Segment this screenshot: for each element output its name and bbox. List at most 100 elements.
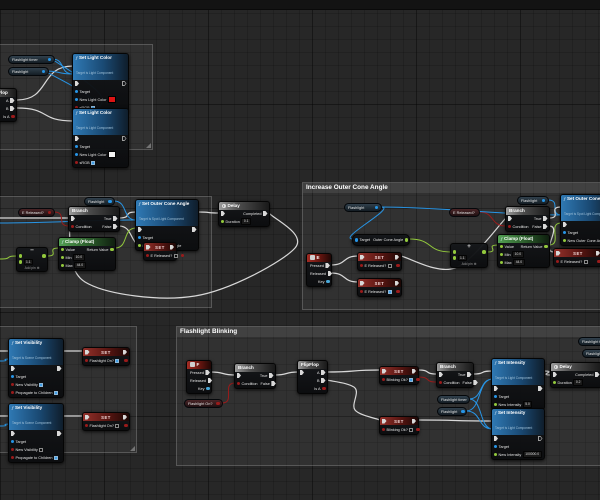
set-visibility-1-in-pin[interactable] [10, 390, 14, 395]
flipflop-1-header[interactable]: FlipFlop [0, 89, 16, 97]
set-blinking-ok-false-exec-out[interactable] [411, 418, 416, 424]
set-outer-cone-angle-2-in-pin[interactable] [562, 230, 566, 235]
set-light-color-red-header[interactable]: ƒ Set Light Color Target is Light Componen… [73, 54, 128, 80]
set-flashlight-on-false-exec-out[interactable] [122, 414, 127, 420]
set-intensity-high-exec-in[interactable] [493, 436, 498, 441]
branch-decrease-header[interactable]: Branch [69, 207, 119, 215]
clamp-float-1-out-pin[interactable] [110, 247, 114, 252]
set-light-color-white[interactable]: ƒ Set Light Color Target is Light Componen… [72, 108, 129, 168]
set-intensity-low-in-pin[interactable] [493, 394, 497, 399]
subtract-node-in-pin-2[interactable] [18, 260, 22, 264]
value-box[interactable]: 44.0 [513, 259, 525, 266]
set-visibility-2-in-pin[interactable] [10, 439, 14, 444]
set-e-released-a-value-in-pin[interactable] [145, 253, 149, 258]
value-box[interactable]: 10.0 [512, 251, 524, 258]
get-flashlight-4[interactable]: Flashlight [517, 196, 549, 205]
set-intensity-low[interactable]: ƒ Set Intensity Target is Light Component T… [491, 358, 545, 410]
subtract-node[interactable]: −1.1 Add pin ⊕ [16, 247, 48, 272]
set-outer-cone-angle-2-in-pin[interactable] [562, 238, 566, 243]
set-outer-cone-angle-1-in-pin[interactable] [137, 243, 141, 248]
set-outer-cone-angle-1-header[interactable]: ƒ Set Outer Cone Angle Target is Spot Ligh… [136, 200, 198, 226]
set-light-color-red-exec-out[interactable] [122, 81, 127, 86]
set-visibility-1[interactable]: ƒ Set Visibility Target is Scene Component… [8, 338, 64, 398]
clamp-float-1-header[interactable]: ƒ Clamp (Float) [59, 238, 115, 246]
get-flashlight-2[interactable]: Flashlight [84, 197, 115, 206]
branch-blinking-1-header[interactable]: Branch [235, 364, 275, 372]
set-intensity-high[interactable]: ƒ Set Intensity Target is Light Component T… [491, 408, 545, 460]
set-visibility-2-header[interactable]: ƒ Set Visibility Target is Scene Component [9, 404, 63, 430]
get-flashlight-5-out-pin[interactable] [461, 409, 465, 414]
flipflop-1[interactable]: FlipFlop AB Is A [0, 88, 17, 122]
checkbox[interactable] [53, 455, 58, 460]
checkbox[interactable] [387, 263, 392, 268]
branch-blinking-1-condition-pin[interactable] [236, 381, 240, 386]
set-visibility-1-exec-out[interactable] [57, 366, 62, 371]
set-light-color-red[interactable]: ƒ Set Light Color Target is Light Componen… [72, 53, 129, 113]
set-intensity-high-in-pin[interactable] [493, 452, 497, 457]
key-event-f-out-pin[interactable] [206, 386, 210, 391]
set-e-released-c[interactable]: SET E Released? [357, 278, 402, 297]
set-light-color-white-in-pin[interactable] [74, 152, 78, 157]
comment-flashlight-blinking-title[interactable]: Flashlight Blinking [177, 327, 600, 337]
set-e-released-a[interactable]: SET E Released? [143, 242, 185, 261]
set-e-released-c-value-out-pin[interactable] [396, 289, 400, 294]
set-e-released-c-header[interactable]: SET [358, 279, 401, 287]
branch-increase-true-exec[interactable] [543, 216, 548, 221]
get-flashlight-on[interactable]: Flashlight On? [184, 399, 223, 408]
clamp-float-1-in-pin[interactable] [60, 255, 64, 260]
flipflop-2-is-a-pin[interactable] [322, 386, 326, 391]
set-visibility-2-exec-out[interactable] [57, 431, 62, 436]
set-intensity-low-exec-in[interactable] [493, 386, 498, 391]
branch-decrease-false-exec[interactable] [113, 224, 118, 229]
branch-blinking-2-header[interactable]: Branch [437, 363, 473, 371]
set-visibility-1-exec-in[interactable] [10, 366, 15, 371]
get-flashlight-5[interactable]: Flashlight [437, 407, 467, 416]
set-e-released-b-header[interactable]: SET [358, 253, 401, 261]
get-flashlight-timer-2[interactable]: Flashlight timer [437, 395, 470, 404]
flipflop-2-header[interactable]: FlipFlop [298, 361, 327, 369]
clamp-float-2-in-pin[interactable] [499, 244, 503, 249]
branch-decrease-exec-in[interactable] [70, 216, 75, 221]
set-e-released-a-header[interactable]: SET [144, 243, 176, 251]
get-flashlight-timer-1[interactable]: Flashlight timer [8, 55, 55, 64]
flipflop-2-b-exec[interactable] [321, 378, 326, 383]
get-flashlight-6[interactable]: Flashlight [582, 349, 600, 358]
color-swatch[interactable] [108, 96, 117, 103]
set-visibility-2[interactable]: ƒ Set Visibility Target is Scene Component… [8, 403, 64, 463]
clamp-float-1-in-pin[interactable] [60, 247, 64, 252]
branch-blinking-2-condition-pin[interactable] [438, 380, 442, 385]
set-flashlight-on-true-value-out-pin[interactable] [124, 358, 128, 363]
set-outer-cone-angle-2-header[interactable]: ƒSet Outer Cone Angle Target is Spot Ligh… [561, 195, 600, 221]
set-visibility-1-header[interactable]: ƒ Set Visibility Target is Scene Component [9, 339, 63, 365]
delay-2-duration-pin[interactable] [552, 380, 556, 385]
get-flashlight-3-out-pin[interactable] [374, 205, 378, 210]
set-e-released-d[interactable]: SET E Released? [553, 248, 600, 267]
branch-increase[interactable]: Branch True Condition False [505, 206, 550, 232]
set-intensity-low-in-pin[interactable] [493, 402, 497, 407]
subtract-node-out-pin[interactable] [42, 254, 46, 258]
delay-2-header[interactable]: Delay [551, 363, 600, 371]
checkbox[interactable] [91, 160, 96, 165]
set-outer-cone-angle-2[interactable]: ƒSet Outer Cone Angle Target is Spot Ligh… [560, 194, 600, 246]
flipflop-1-is-a-pin[interactable] [11, 114, 15, 119]
set-e-released-c-value-in-pin[interactable] [359, 289, 363, 294]
set-blinking-ok-true-value-out-pin[interactable] [416, 377, 420, 382]
set-visibility-2-exec-in[interactable] [10, 431, 15, 436]
color-swatch[interactable] [108, 151, 117, 158]
set-visibility-1-in-pin[interactable] [10, 382, 14, 387]
branch-increase-exec-in[interactable] [507, 216, 512, 221]
set-e-released-d-exec-out[interactable] [595, 250, 600, 256]
branch-increase-false-exec[interactable] [543, 224, 548, 229]
flipflop-2-exec-in[interactable] [299, 370, 304, 375]
key-event-e-out-exec[interactable] [327, 271, 333, 276]
key-event-f[interactable]: F Pressed Released Key [186, 360, 213, 394]
checkbox[interactable] [39, 382, 44, 387]
key-event-e-header[interactable]: E [307, 254, 331, 262]
checkbox[interactable] [53, 390, 58, 395]
value-box[interactable]: 44.0 [74, 262, 86, 269]
checkbox[interactable] [387, 289, 392, 294]
branch-blinking-2[interactable]: Branch True Condition False [436, 362, 478, 388]
clamp-float-1-in-pin[interactable] [60, 263, 64, 268]
set-outer-cone-angle-2-exec-in[interactable] [562, 222, 567, 227]
checkbox[interactable] [39, 447, 44, 452]
